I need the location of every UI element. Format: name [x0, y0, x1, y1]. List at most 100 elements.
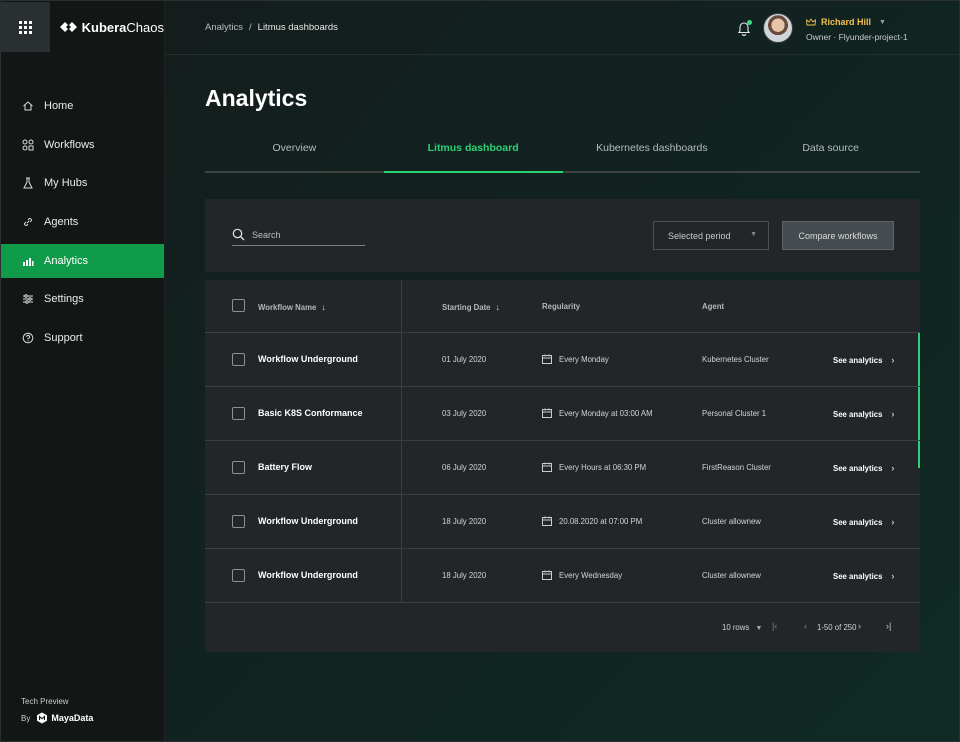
sidebar-item-workflows[interactable]: Workflows [1, 128, 164, 162]
row-checkbox[interactable] [232, 353, 245, 366]
column-header-label: Workflow Name [258, 302, 317, 312]
column-header-starting-date[interactable]: Starting Date ↓ [442, 302, 500, 312]
row-checkbox[interactable] [232, 569, 245, 582]
see-analytics-link[interactable]: See analytics › [833, 355, 894, 365]
row-checkbox[interactable] [232, 407, 245, 420]
previous-page-button[interactable]: ‹ [804, 621, 807, 631]
agent-name: Personal Cluster 1 [702, 409, 767, 418]
chevron-right-icon: › [891, 571, 895, 581]
regularity-text: Every Wednesday [559, 570, 623, 580]
mayadata-logo-icon [37, 712, 48, 724]
app-window: Kubera Chaos Home Workflows My Hubs Agen… [0, 0, 960, 742]
table-row[interactable]: Workflow Underground 18 July 2020 20.08.… [205, 495, 920, 549]
column-header-agent: Agent [702, 302, 725, 311]
calendar-icon [542, 570, 552, 580]
workflow-name: Workflow Underground [258, 354, 358, 364]
apps-grid-icon [18, 20, 32, 34]
see-analytics-link[interactable]: See analytics › [833, 517, 894, 527]
tab-data-source[interactable]: Data source [741, 133, 920, 171]
sidebar-item-label: My Hubs [44, 177, 88, 190]
search-input[interactable] [252, 229, 352, 240]
period-select[interactable]: Selected period ▼ [653, 221, 769, 250]
sidebar-item-label: Agents [44, 216, 79, 229]
workflows-icon [21, 138, 35, 152]
calendar-icon [542, 354, 552, 364]
select-all-checkbox[interactable] [232, 299, 245, 312]
agent-name: Cluster allownew [702, 517, 761, 526]
sidebar-item-agents[interactable]: Agents [1, 205, 164, 239]
user-role: Owner · Flyunder-project-1 [806, 32, 908, 42]
pagination: 10 rows ▼ |‹ ‹ 1-50 of 250 › ›| [205, 602, 920, 652]
help-icon [21, 331, 35, 345]
see-analytics-label: See analytics [833, 571, 883, 581]
see-analytics-link[interactable]: See analytics › [833, 463, 894, 473]
tech-preview-label: Tech Preview [21, 697, 69, 706]
brand-logo[interactable]: Kubera Chaos [59, 19, 164, 35]
top-bar: Analytics / Litmus dashboards Richard Hill… [165, 1, 959, 55]
notifications-button[interactable] [736, 20, 752, 36]
page-title: Analytics [205, 85, 308, 111]
row-checkbox[interactable] [232, 515, 245, 528]
regularity: Every Hours at 06:30 PM [542, 462, 646, 472]
search-box [232, 224, 365, 246]
table-row[interactable]: Workflow Underground 18 July 2020 Every … [205, 549, 920, 603]
regularity: Every Wednesday [542, 570, 622, 580]
avatar[interactable] [763, 13, 793, 43]
workflow-name: Workflow Underground [258, 570, 358, 580]
filter-panel: Selected period ▼ Compare workflows [205, 199, 920, 272]
see-analytics-label: See analytics [833, 463, 883, 473]
calendar-icon [542, 408, 552, 418]
breadcrumb-analytics[interactable]: Analytics [205, 22, 243, 33]
chevron-down-icon: ▼ [750, 231, 757, 238]
see-analytics-link[interactable]: See analytics › [833, 571, 894, 581]
chevron-down-icon: ▼ [879, 18, 886, 26]
tab-kubernetes-dashboards[interactable]: Kubernetes dashboards [563, 133, 742, 171]
last-page-button[interactable]: ›| [886, 621, 891, 631]
tab-litmus-dashboard[interactable]: Litmus dashboard [383, 133, 563, 173]
see-analytics-link[interactable]: See analytics › [833, 409, 894, 419]
chevron-right-icon: › [891, 409, 895, 419]
user-menu[interactable]: Richard Hill ▼ [806, 17, 886, 27]
chevron-right-icon: › [891, 463, 895, 473]
chevron-right-icon: › [891, 355, 895, 365]
table-header: Workflow Name ↓ Starting Date ↓ Regulari… [205, 280, 920, 333]
sort-arrow-icon: ↓ [495, 302, 501, 312]
logo-bar: Kubera Chaos [1, 1, 164, 53]
rows-per-page-select[interactable]: 10 rows ▼ [722, 623, 762, 632]
crown-icon [806, 18, 816, 26]
sidebar-item-label: Settings [44, 293, 84, 306]
row-checkbox[interactable] [232, 461, 245, 474]
sidebar-item-support[interactable]: Support [1, 321, 164, 355]
tab-overview[interactable]: Overview [205, 133, 384, 171]
chevron-right-icon: › [891, 517, 895, 527]
flask-icon [21, 176, 35, 190]
apps-menu-button[interactable] [1, 2, 50, 52]
user-name: Richard Hill [821, 17, 872, 27]
sidebar-nav: Home Workflows My Hubs Agents Analytics … [1, 89, 164, 355]
mayadata-name: MayaData [51, 713, 94, 723]
column-header-workflow-name[interactable]: Workflow Name ↓ [258, 302, 326, 312]
table-row[interactable]: Basic K8S Conformance 03 July 2020 Every… [205, 387, 920, 441]
sidebar: Kubera Chaos Home Workflows My Hubs Agen… [1, 1, 165, 741]
breadcrumb: Analytics / Litmus dashboards [205, 22, 338, 33]
table-row[interactable]: Workflow Underground 01 July 2020 Every … [205, 333, 920, 387]
table-row[interactable]: Battery Flow 06 July 2020 Every Hours at… [205, 441, 920, 495]
agent-name: Kubernetes Cluster [702, 355, 769, 364]
sidebar-item-home[interactable]: Home [1, 89, 164, 123]
chevron-down-icon: ▼ [755, 625, 763, 632]
sidebar-item-my-hubs[interactable]: My Hubs [1, 166, 164, 200]
regularity: Every Monday [542, 354, 609, 364]
starting-date: 03 July 2020 [442, 409, 487, 418]
column-header-regularity: Regularity [542, 302, 581, 311]
next-page-button[interactable]: › [858, 621, 861, 631]
brand-name-bold: Kubera [81, 19, 127, 35]
compare-workflows-button[interactable]: Compare workflows [782, 221, 894, 250]
link-icon [21, 215, 35, 229]
first-page-button[interactable]: |‹ [772, 621, 777, 631]
powered-by: By MayaData [21, 712, 93, 724]
sidebar-item-analytics[interactable]: Analytics [1, 243, 164, 278]
calendar-icon [542, 462, 552, 472]
workflow-name: Battery Flow [258, 462, 313, 472]
sidebar-item-label: Workflows [44, 138, 95, 151]
sidebar-item-settings[interactable]: Settings [1, 282, 164, 316]
